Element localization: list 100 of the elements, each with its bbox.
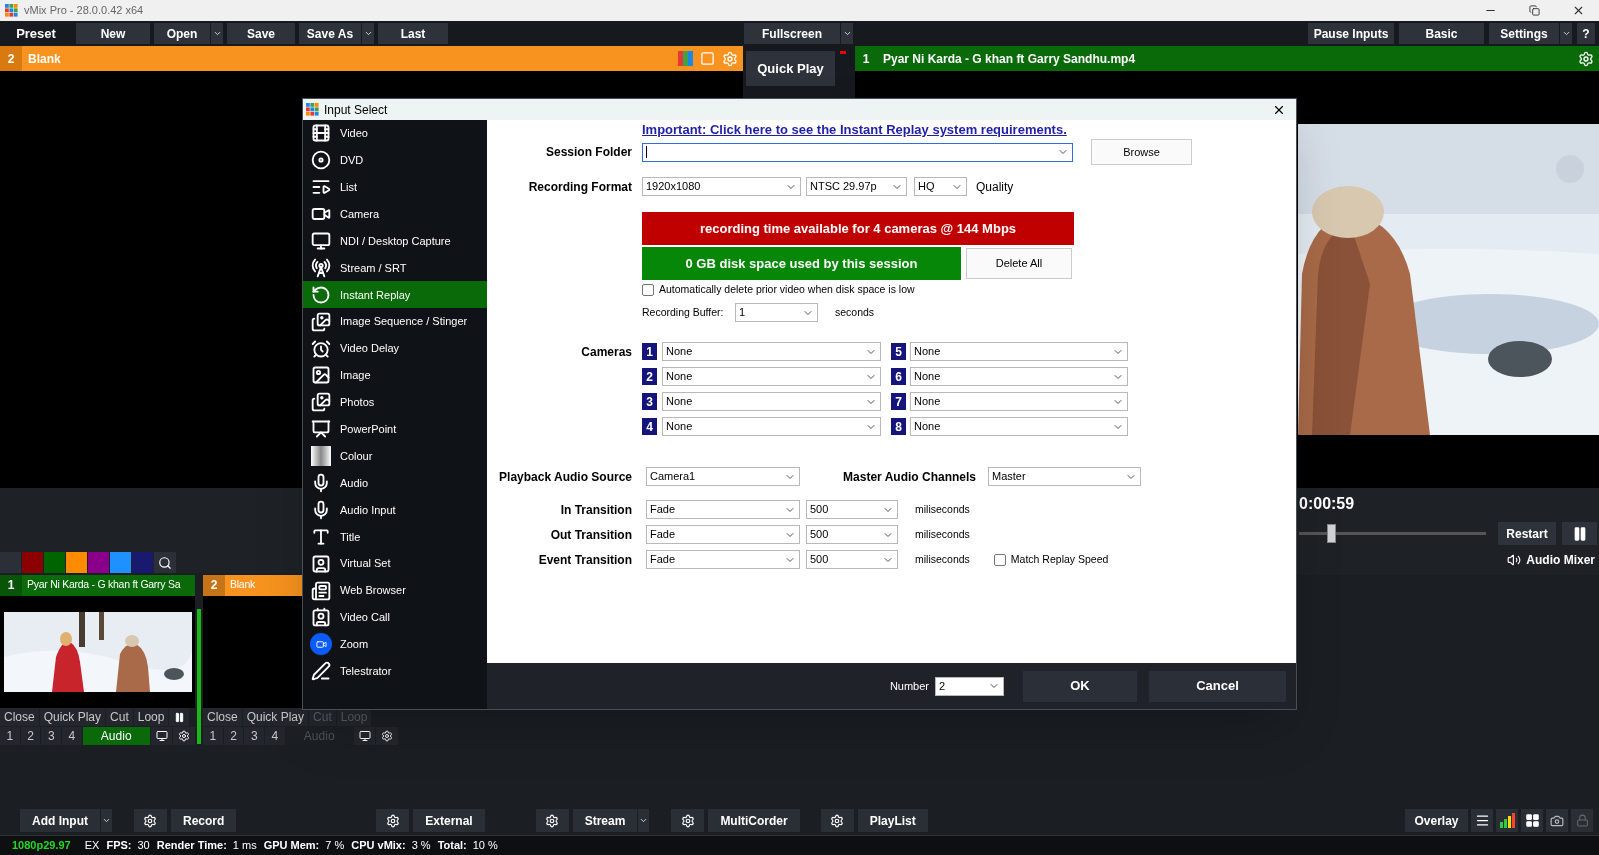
category-item[interactable]: PowerPoint <box>303 415 487 443</box>
category-item[interactable]: Video Call <box>303 604 487 631</box>
bottom-bar-button[interactable]: PlayList <box>857 809 928 832</box>
delete-all-button[interactable]: Delete All <box>966 248 1072 279</box>
settings-button[interactable] <box>671 809 705 832</box>
category-item[interactable]: DVD <box>303 146 487 174</box>
input-control-button[interactable]: Quick Play <box>39 708 106 726</box>
ok-button[interactable]: OK <box>1023 670 1137 702</box>
toolbar-button[interactable]: New <box>76 23 150 44</box>
speaker-icon[interactable] <box>1507 553 1522 567</box>
input-control-button[interactable]: Close <box>0 708 39 726</box>
category-item[interactable]: Image <box>303 362 487 389</box>
requirements-link[interactable]: Important: Click here to see the Instant Replay system requirements. <box>642 119 1067 140</box>
input-control-button[interactable]: Quick Play <box>242 708 309 726</box>
input-control-button[interactable]: Close <box>203 708 242 726</box>
category-item[interactable]: List <box>303 173 487 201</box>
search-button[interactable] <box>154 552 176 573</box>
level-bars-icon[interactable] <box>1496 809 1518 832</box>
camera-button[interactable] <box>1546 809 1568 832</box>
toolbar-button[interactable]: Save As <box>299 23 361 44</box>
category-item[interactable]: Audio <box>303 469 487 497</box>
dropdown[interactable]: 500 <box>806 525 898 544</box>
toolbar-button[interactable]: Fullscreen <box>744 23 840 44</box>
quick-play-button[interactable]: Quick Play <box>746 51 835 86</box>
bottom-bar-button[interactable]: Record <box>171 809 237 832</box>
bus-button[interactable]: 3 <box>41 727 62 745</box>
dropdown[interactable]: 2 <box>935 676 1004 696</box>
category-item[interactable]: Telestrator <box>303 657 487 685</box>
toolbar-button[interactable]: Basic <box>1399 23 1484 44</box>
dropdown[interactable]: None <box>910 367 1128 386</box>
bus-button[interactable]: 1 <box>0 727 20 745</box>
bottom-bar-button[interactable]: MultiCorder <box>708 809 800 832</box>
dropdown[interactable]: None <box>662 417 881 436</box>
category-item[interactable]: Camera <box>303 200 487 228</box>
restart-button[interactable]: Restart <box>1498 522 1556 545</box>
audio-mixer-label[interactable]: Audio Mixer <box>1526 551 1595 569</box>
slider-thumb[interactable] <box>1326 524 1336 543</box>
pause-button[interactable] <box>1562 522 1597 545</box>
color-stripes-icon[interactable] <box>678 51 693 66</box>
color-filter-swatch[interactable] <box>110 552 131 573</box>
dropdown[interactable]: 500 <box>806 550 898 569</box>
restore-icon[interactable] <box>1529 5 1540 16</box>
bottom-bar-button[interactable]: Add Input <box>20 809 100 832</box>
grid-button[interactable] <box>1521 809 1543 832</box>
category-item[interactable]: Audio Input <box>303 496 487 524</box>
bus-button[interactable]: 4 <box>62 727 82 745</box>
dropdown[interactable]: None <box>662 342 881 361</box>
color-filter-swatch[interactable] <box>88 552 109 573</box>
dropdown[interactable]: Fade <box>646 525 800 544</box>
settings-button[interactable] <box>173 727 195 745</box>
settings-button[interactable] <box>376 809 410 832</box>
toolbar-button[interactable]: Pause Inputs <box>1308 23 1394 44</box>
overlay-button[interactable]: Overlay <box>1405 809 1468 832</box>
category-item[interactable]: Zoom <box>303 630 487 658</box>
close-icon[interactable] <box>1572 4 1585 17</box>
dropdown[interactable]: HQ <box>914 177 967 196</box>
color-filter-swatch[interactable] <box>0 552 21 573</box>
toolbar-button[interactable]: ? <box>1577 23 1595 44</box>
bus-button[interactable]: 4 <box>265 727 285 745</box>
category-item[interactable]: Stream / SRT <box>303 254 487 282</box>
color-filter-swatch[interactable] <box>66 552 87 573</box>
category-item[interactable]: Photos <box>303 388 487 416</box>
color-filter-swatch[interactable] <box>22 552 43 573</box>
slider[interactable] <box>1299 523 1486 544</box>
checkbox[interactable] <box>993 553 1006 566</box>
settings-button[interactable] <box>134 809 167 832</box>
color-filter-swatch[interactable] <box>132 552 153 573</box>
dropdown[interactable]: None <box>910 392 1128 411</box>
category-item[interactable]: Video <box>303 120 487 147</box>
dropdown[interactable]: None <box>662 367 881 386</box>
bus-button[interactable]: 2 <box>223 727 244 745</box>
dropdown[interactable]: Fade <box>646 550 800 569</box>
dropdown[interactable]: None <box>910 417 1128 436</box>
dropdown[interactable]: 1 <box>735 303 818 322</box>
dropdown[interactable]: NTSC 29.97p <box>806 177 907 196</box>
color-filter-swatch[interactable] <box>44 552 65 573</box>
bus-button[interactable]: 3 <box>244 727 265 745</box>
input-control-button[interactable]: Loop <box>133 708 169 726</box>
cancel-button[interactable]: Cancel <box>1149 670 1286 702</box>
input-control-button[interactable]: Cut <box>106 708 133 726</box>
dropdown[interactable]: Fade <box>646 500 800 519</box>
checkbox[interactable] <box>642 284 654 296</box>
dropdown[interactable]: Master <box>988 467 1141 486</box>
category-item[interactable]: Image Sequence / Stinger <box>303 308 487 336</box>
settings-icon[interactable] <box>1578 50 1594 67</box>
monitor-button[interactable] <box>150 727 173 745</box>
toolbar-button[interactable]: Last <box>378 23 448 44</box>
category-item[interactable]: Instant Replay <box>303 281 487 309</box>
monitor-button[interactable] <box>353 727 376 745</box>
category-item[interactable]: NDI / Desktop Capture <box>303 227 487 255</box>
category-item[interactable]: Virtual Set <box>303 550 487 578</box>
category-item[interactable]: Colour <box>303 442 487 470</box>
settings-button[interactable] <box>820 809 854 832</box>
category-item[interactable]: Title <box>303 523 487 551</box>
settings-button[interactable] <box>535 809 569 832</box>
toolbar-button[interactable]: Open <box>154 23 210 44</box>
category-item[interactable]: Web Browser <box>303 577 487 605</box>
toolbar-button[interactable]: Settings <box>1489 23 1559 44</box>
browse-button[interactable]: Browse <box>1091 139 1192 165</box>
toolbar-button[interactable]: Save <box>227 23 295 44</box>
